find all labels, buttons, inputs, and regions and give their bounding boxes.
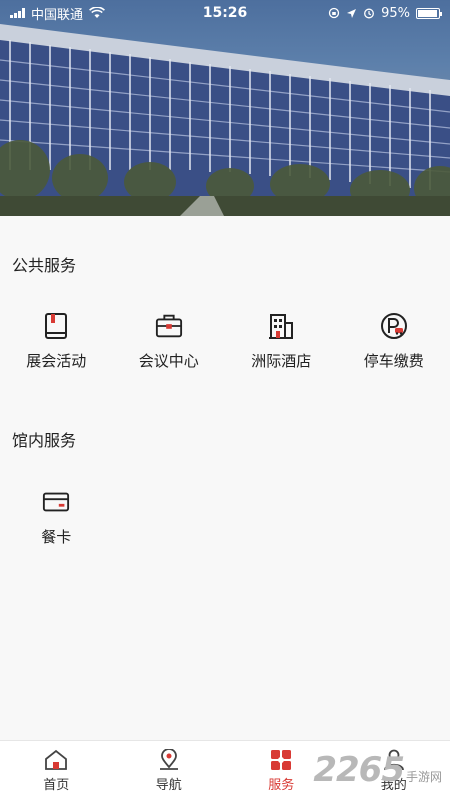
service-label: 展会活动 (26, 352, 87, 370)
parking-icon (380, 312, 408, 340)
battery-percent: 95% (381, 5, 410, 21)
service-exhibition-activities[interactable]: 展会活动 (0, 312, 113, 371)
status-bar: 中国联通 15:26 95% (0, 0, 450, 26)
public-services-title: 公共服务 (12, 256, 77, 275)
service-label: 餐卡 (41, 528, 72, 546)
carrier-label: 中国联通 (31, 7, 84, 23)
watermark-site: 手游网 (405, 770, 442, 784)
tab-navigation[interactable]: 导航 (113, 741, 226, 800)
hero-banner-image (0, 0, 450, 216)
home-icon (45, 749, 68, 770)
meal-card-icon (42, 488, 70, 516)
site-watermark: 2265 手游网 (313, 750, 442, 790)
wifi-icon (89, 7, 105, 18)
venue-services-grid: 餐卡 (0, 488, 450, 547)
location-arrow-icon (347, 8, 357, 18)
service-label: 停车缴费 (363, 352, 424, 370)
tab-label: 服务 (268, 778, 295, 793)
clock-time: 15:26 (202, 5, 248, 21)
rotation-lock-icon (328, 7, 340, 19)
hotel-building-icon (267, 312, 295, 340)
service-label: 会议中心 (138, 352, 199, 370)
service-conference-center[interactable]: 会议中心 (113, 312, 226, 371)
tab-label: 首页 (43, 778, 70, 793)
briefcase-icon (155, 312, 183, 340)
service-label: 洲际酒店 (251, 352, 312, 370)
venue-services-title: 馆内服务 (12, 431, 77, 450)
signal-icon (10, 8, 25, 18)
service-grid-icon (271, 750, 292, 770)
service-parking-payment[interactable]: 停车缴费 (338, 312, 450, 371)
battery-icon (416, 7, 442, 19)
tab-home[interactable]: 首页 (0, 741, 113, 800)
alarm-icon (364, 8, 375, 19)
public-services-grid: 展会活动 会议中心 洲际酒店 停车缴费 (0, 312, 450, 371)
navigation-pin-icon (159, 749, 178, 770)
exhibition-book-icon (42, 312, 70, 340)
service-meal-card[interactable]: 餐卡 (0, 488, 113, 547)
tab-label: 导航 (155, 778, 182, 793)
service-intercontinental-hotel[interactable]: 洲际酒店 (225, 312, 338, 371)
watermark-brand: 2265 (313, 750, 405, 790)
convention-center-photo (0, 24, 450, 216)
